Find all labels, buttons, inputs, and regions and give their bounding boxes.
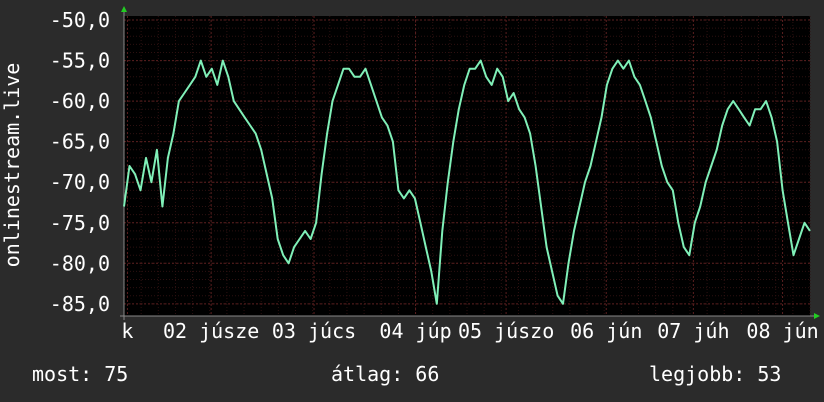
x-tick-label: k bbox=[121, 319, 133, 343]
x-tick-label: 04 júp bbox=[379, 319, 451, 343]
y-tick-label: -75,0 bbox=[50, 211, 110, 235]
y-tick-label: -60,0 bbox=[50, 89, 110, 113]
average-value: átlag: 66 bbox=[331, 362, 440, 386]
y-tick-label: -70,0 bbox=[50, 170, 110, 194]
y-tick-labels: -50,0 -55,0 -60,0 -65,0 -70,0 -75,0 -80,0 -85,0 bbox=[50, 8, 110, 316]
x-tick-label: 08 jún bbox=[746, 319, 818, 343]
y-axis-arrow bbox=[121, 6, 127, 12]
chart: -50,0 -55,0 -60,0 -65,0 -70,0 -75,0 -80,0 -85,0… bbox=[0, 6, 820, 343]
x-tick-label: 03 júcs bbox=[272, 319, 356, 343]
y-axis-label: onlinestream.live bbox=[0, 63, 24, 268]
x-tick-label: 07 júh bbox=[657, 319, 729, 343]
y-tick-label: -65,0 bbox=[50, 130, 110, 154]
y-tick-label: -80,0 bbox=[50, 251, 110, 275]
x-tick-label: 06 jún bbox=[570, 319, 642, 343]
x-tick-labels: k 02 júsze 03 júcs 04 júp 05 júszo 06 jún 07 j… bbox=[121, 319, 818, 343]
grid bbox=[123, 16, 811, 316]
y-tick-label: -85,0 bbox=[50, 292, 110, 316]
y-tick-label: -55,0 bbox=[50, 49, 110, 73]
x-tick-label: 02 júsze bbox=[163, 319, 259, 343]
y-tick-label: -50,0 bbox=[50, 8, 110, 32]
x-tick-label: 05 júszo bbox=[458, 319, 554, 343]
best-value: legjobb: 53 bbox=[649, 362, 782, 386]
current-value: most: 75 bbox=[32, 362, 129, 386]
